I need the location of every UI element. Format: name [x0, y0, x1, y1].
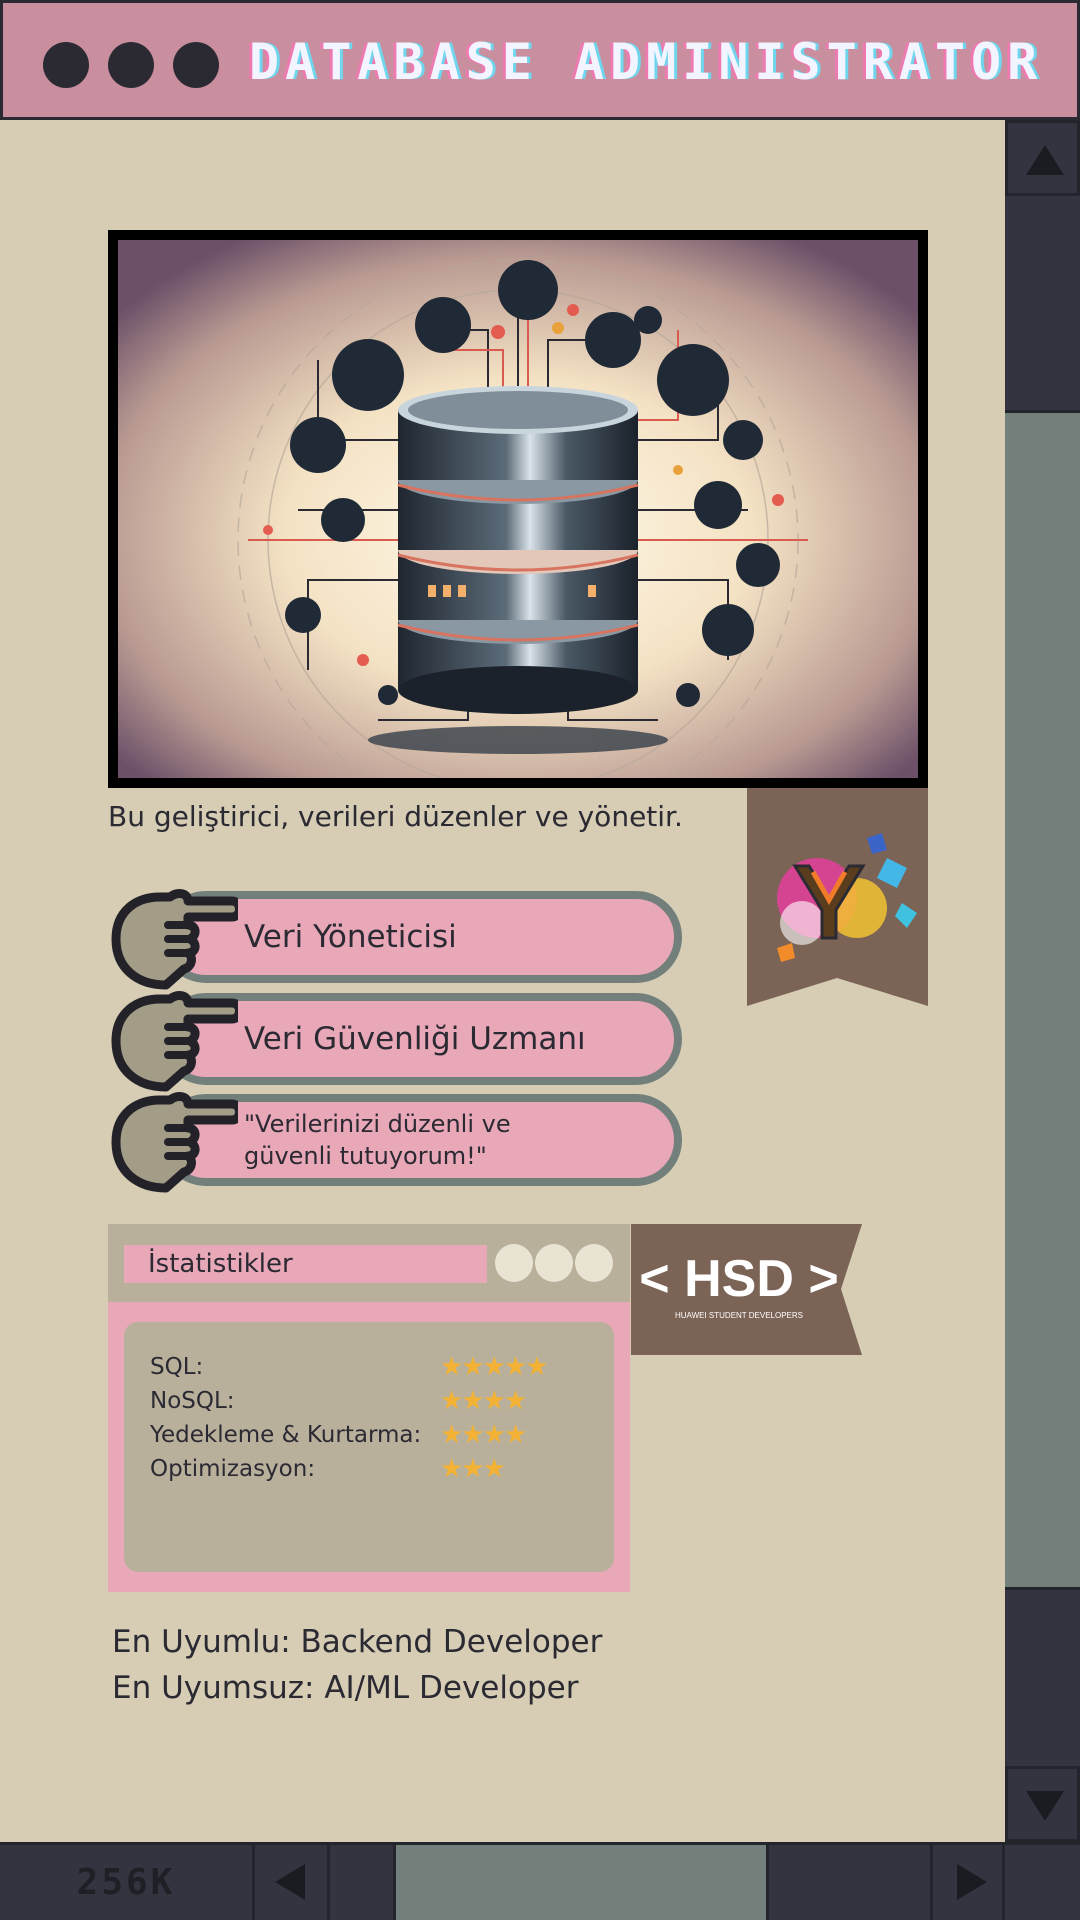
stats-body: SQL: ★★★★★ NoSQL: ★★★★ Yedekleme & Kurta… [108, 1302, 630, 1592]
star-rating: ★★★★★ [440, 1352, 549, 1382]
hsd-badge: < HSD > HUAWEI STUDENT DEVELOPERS [631, 1224, 862, 1355]
role-label: Veri Güvenliği Uzmanı [244, 1021, 586, 1057]
quote-pill[interactable]: "Verilerinizi düzenli ve güvenli tutuyor… [160, 1094, 682, 1186]
hero-description: Bu geliştirici, verileri düzenler ve yön… [108, 800, 683, 833]
stat-label: Optimizasyon: [150, 1456, 316, 1482]
stat-row-optimization: Optimizasyon: ★★★ [150, 1452, 610, 1486]
scroll-up-button[interactable] [1005, 120, 1080, 196]
star-rating: ★★★★ [440, 1420, 527, 1450]
star-rating: ★★★ [440, 1454, 506, 1484]
title-bar: DATABASE ADMINISTRATOR [0, 0, 1080, 120]
stats-dot-1[interactable] [495, 1244, 533, 1282]
scroll-down-button[interactable] [1005, 1766, 1080, 1842]
bottom-bar: 256K [0, 1842, 1080, 1920]
role-pill-2[interactable]: Veri Güvenliği Uzmanı [160, 993, 682, 1085]
arrow-left-icon [275, 1864, 305, 1900]
arrow-up-icon [1026, 145, 1064, 175]
window-dot-2[interactable] [108, 42, 154, 88]
pointing-hand-icon [111, 889, 238, 990]
stat-row-sql: SQL: ★★★★★ [150, 1350, 610, 1384]
worst-match: En Uyumsuz: AI/ML Developer [112, 1670, 579, 1706]
stat-label: NoSQL: [150, 1388, 235, 1414]
role-pill-1[interactable]: Veri Yöneticisi [160, 891, 682, 983]
stats-dot-3[interactable] [575, 1244, 613, 1282]
scroll-left-button[interactable] [255, 1845, 330, 1920]
scroll-right-button[interactable] [930, 1845, 1005, 1920]
memory-label: 256K [0, 1845, 255, 1920]
star-rating: ★★★★ [440, 1386, 527, 1416]
stats-window: İstatistikler SQL: ★★★★★ NoSQL: ★★★★ Yed… [108, 1224, 630, 1592]
quote-label: "Verilerinizi düzenli ve güvenli tutuyor… [244, 1110, 511, 1170]
hsd-sub-text: HUAWEI STUDENT DEVELOPERS [675, 1311, 803, 1320]
stats-panel: SQL: ★★★★★ NoSQL: ★★★★ Yedekleme & Kurta… [124, 1322, 614, 1572]
stat-label: Yedekleme & Kurtarma: [150, 1422, 422, 1448]
window-dot-1[interactable] [43, 42, 89, 88]
stats-dot-2[interactable] [535, 1244, 573, 1282]
role-label: Veri Yöneticisi [244, 919, 457, 955]
stats-title: İstatistikler [124, 1245, 487, 1283]
pointing-hand-icon [111, 991, 238, 1092]
stat-row-backup: Yedekleme & Kurtarma: ★★★★ [150, 1418, 610, 1452]
hero-image [108, 230, 928, 788]
window-dot-3[interactable] [173, 42, 219, 88]
pointing-hand-icon [111, 1092, 238, 1193]
stat-row-nosql: NoSQL: ★★★★ [150, 1384, 610, 1418]
stat-label: SQL: [150, 1354, 204, 1380]
hsd-main-text: < HSD > [639, 1250, 838, 1308]
window-title: DATABASE ADMINISTRATOR [249, 33, 1044, 91]
y-logo-badge [747, 788, 928, 1006]
vertical-scroll-thumb[interactable] [1005, 410, 1080, 1590]
arrow-right-icon [957, 1864, 987, 1900]
stats-header: İstatistikler [108, 1224, 630, 1302]
arrow-down-icon [1026, 1791, 1064, 1821]
horizontal-scroll-thumb[interactable] [393, 1845, 769, 1920]
database-illustration [118, 240, 918, 778]
best-match: En Uyumlu: Backend Developer [112, 1624, 603, 1660]
